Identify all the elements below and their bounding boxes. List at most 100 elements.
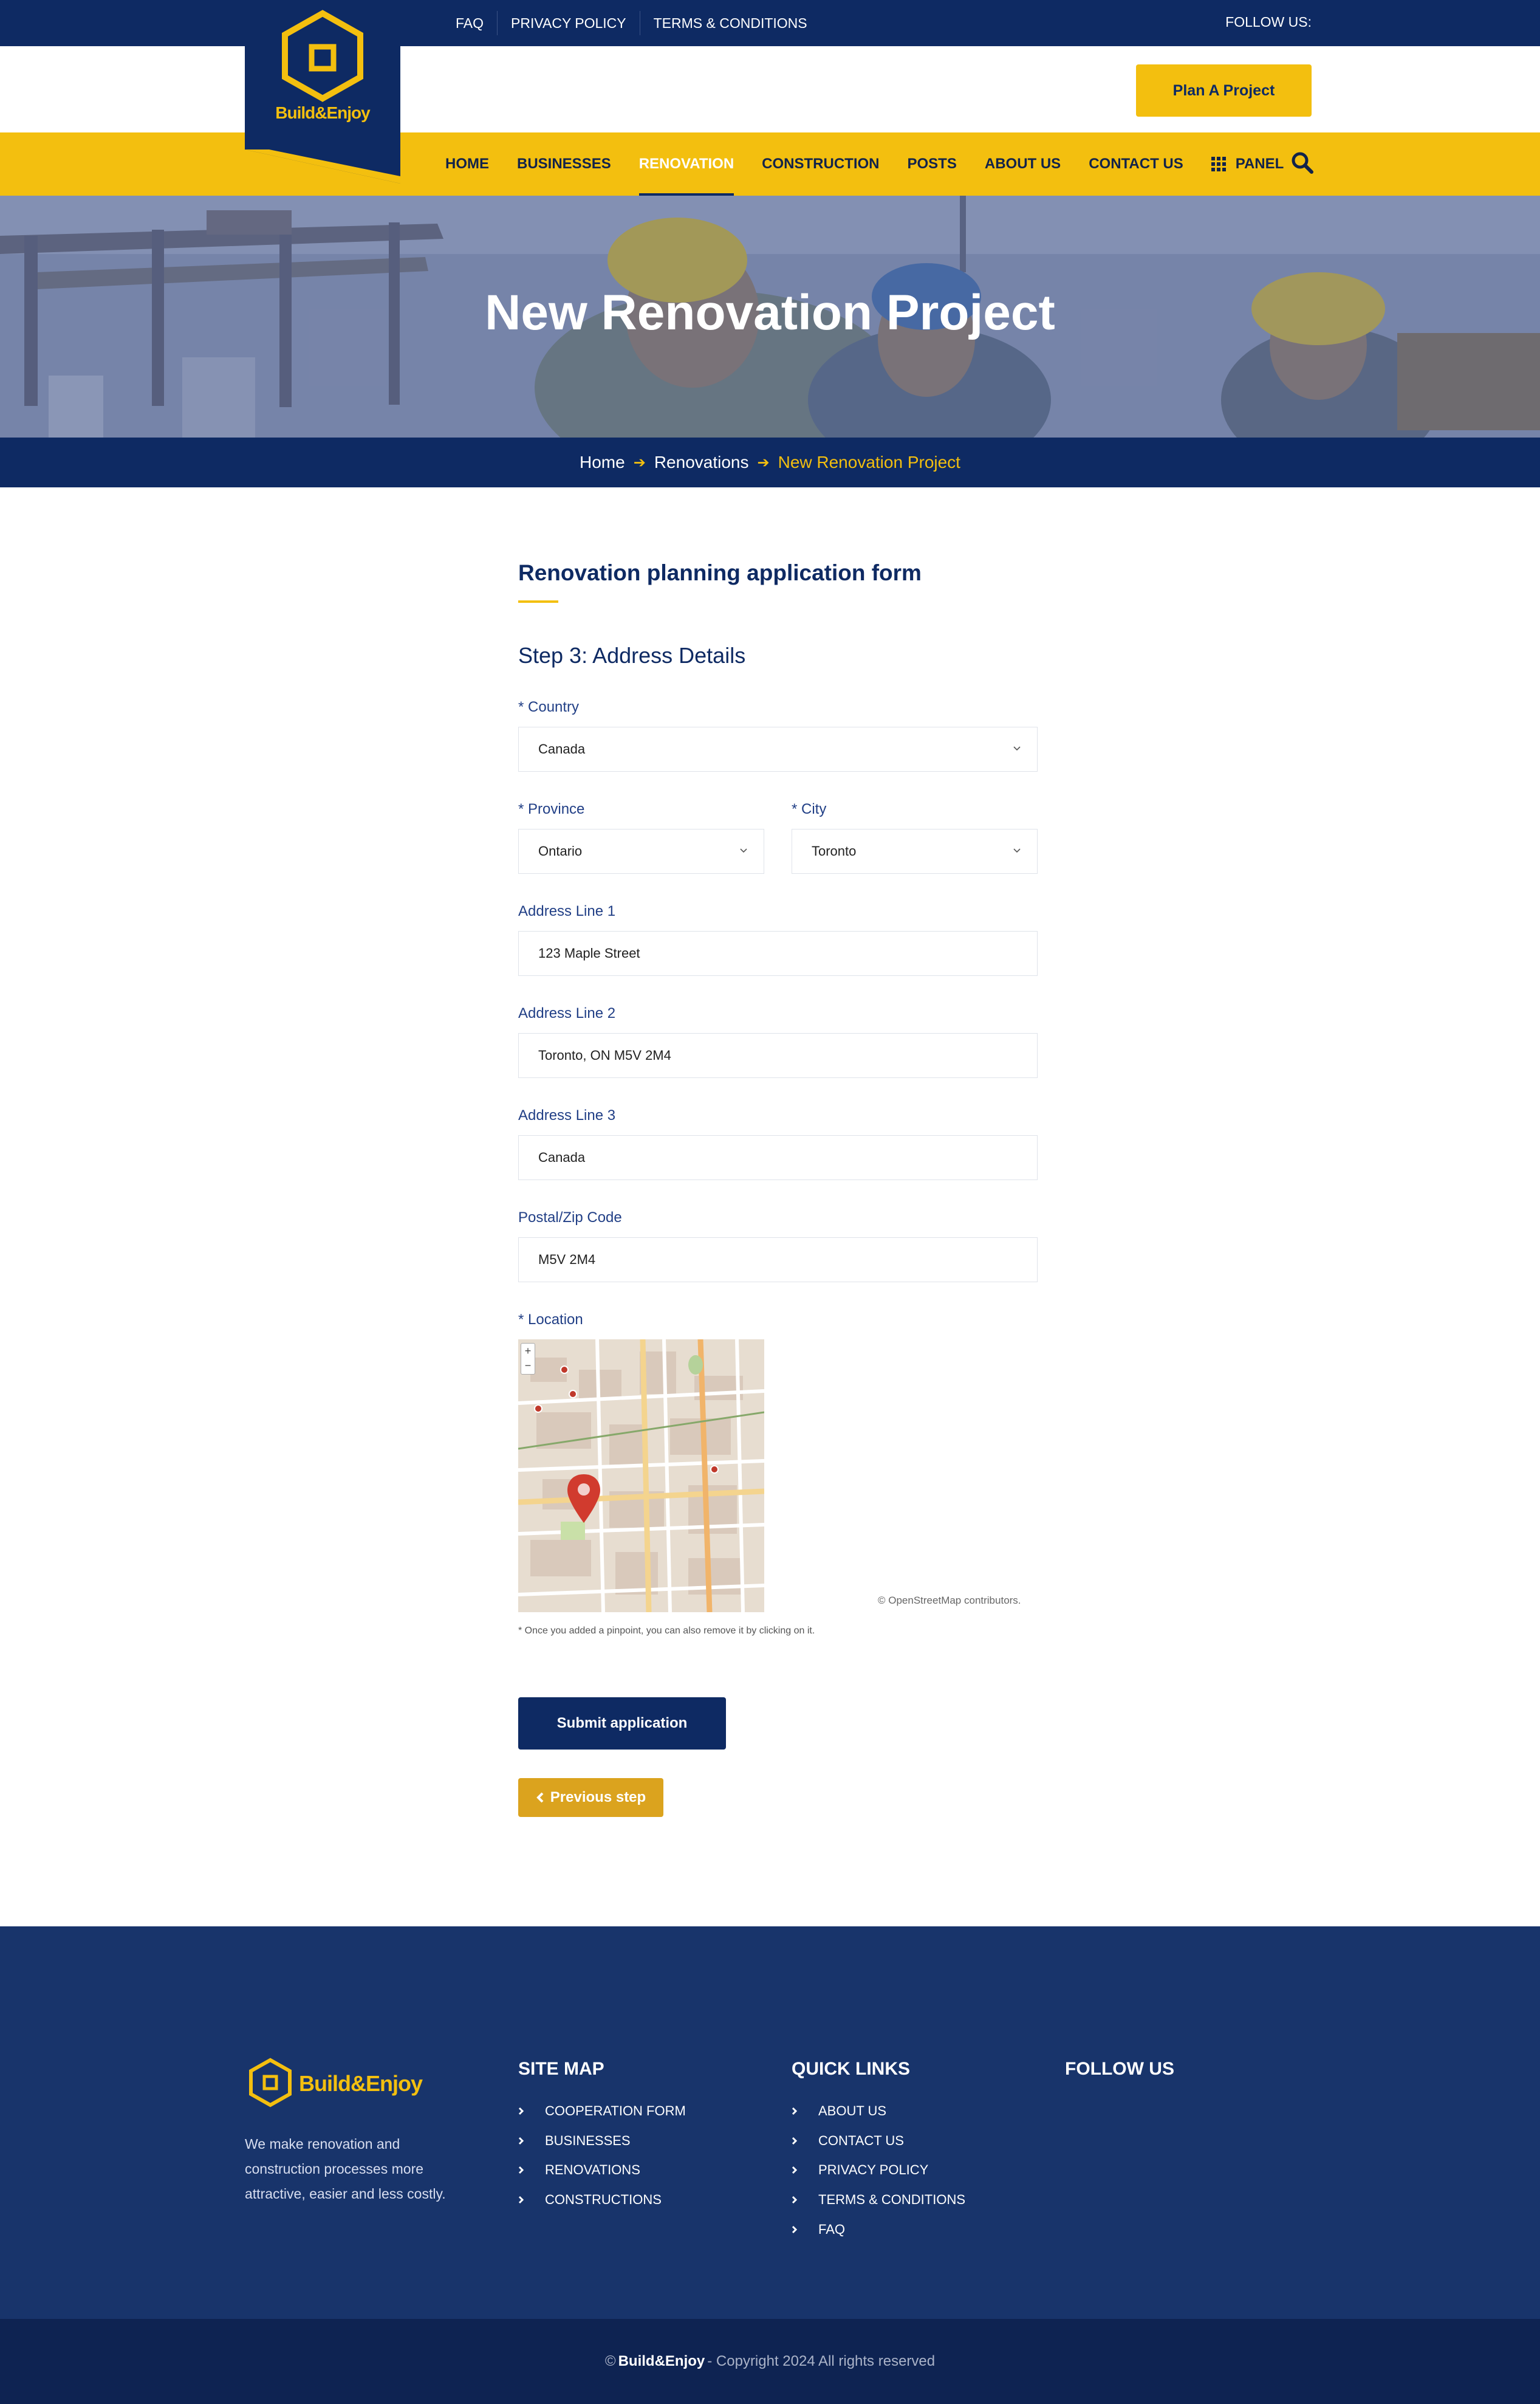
location-label: * Location [518, 1311, 583, 1328]
logo-text: Build&Enjoy [275, 103, 370, 122]
nav-panel-label: PANEL [1235, 156, 1284, 172]
sitemap-heading: SITE MAP [518, 2059, 604, 2079]
city-select[interactable]: Toronto [792, 829, 1038, 874]
location-map[interactable]: + − [518, 1339, 764, 1612]
zoom-in-button[interactable]: + [521, 1344, 535, 1358]
quick-links-list: ABOUT US CONTACT US PRIVACY POLICY TERMS… [792, 2097, 965, 2244]
logo-ribbon [245, 149, 400, 184]
address-line-2-input[interactable]: Toronto, ON M5V 2M4 [518, 1033, 1038, 1078]
map-zoom-control: + − [521, 1343, 535, 1375]
grid-icon [1211, 157, 1226, 171]
nav-home[interactable]: HOME [431, 132, 503, 196]
chevron-right-icon [792, 2225, 798, 2233]
address-line-3-label: Address Line 3 [518, 1107, 616, 1124]
follow-us-label: FOLLOW US: [1225, 14, 1312, 30]
address-line-3-input[interactable]: Canada [518, 1135, 1038, 1180]
postal-code-input[interactable]: M5V 2M4 [518, 1237, 1038, 1282]
sitemap-link-renovations[interactable]: RENOVATIONS [518, 2155, 686, 2185]
previous-step-label: Previous step [550, 1789, 646, 1805]
map-tiles [518, 1339, 764, 1612]
sitemap-list: COOPERATION FORM BUSINESSES RENOVATIONS … [518, 2097, 686, 2214]
breadcrumb-current: New Renovation Project [778, 453, 960, 472]
city-label: * City [792, 801, 827, 817]
nav-contact-us[interactable]: CONTACT US [1075, 132, 1197, 196]
province-value: Ontario [538, 843, 583, 859]
footer-logo-text: Build&Enjoy [299, 2071, 423, 2096]
nav-construction[interactable]: CONSTRUCTION [748, 132, 893, 196]
quick-link-label: PRIVACY POLICY [818, 2162, 929, 2178]
copyright-bar: © Build&Enjoy - Copyright 2024 All right… [0, 2319, 1540, 2404]
country-label: * Country [518, 699, 580, 715]
chevron-right-icon [792, 2107, 798, 2115]
quick-link-faq[interactable]: FAQ [792, 2214, 965, 2244]
quick-link-label: FAQ [818, 2221, 846, 2237]
address-line-1-input[interactable]: 123 Maple Street [518, 931, 1038, 976]
footer-logo-icon[interactable] [245, 2054, 296, 2112]
quick-link-terms[interactable]: TERMS & CONDITIONS [792, 2185, 965, 2215]
chevron-right-icon [792, 2196, 798, 2204]
top-links: FAQ PRIVACY POLICY TERMS & CONDITIONS [442, 0, 821, 46]
address-line-2-label: Address Line 2 [518, 1005, 616, 1022]
follow-us-heading: FOLLOW US [1065, 2059, 1174, 2079]
nav-about-us[interactable]: ABOUT US [971, 132, 1075, 196]
top-bar: FAQ PRIVACY POLICY TERMS & CONDITIONS FO… [0, 0, 1540, 46]
copyright-text: - Copyright 2024 All rights reserved [707, 2353, 936, 2369]
sitemap-link-constructions[interactable]: CONSTRUCTIONS [518, 2185, 686, 2215]
chevron-right-icon [792, 2166, 798, 2174]
nav-items: HOME BUSINESSES RENOVATION CONSTRUCTION … [431, 132, 1298, 196]
quick-link-about-us[interactable]: ABOUT US [792, 2097, 965, 2126]
top-link-faq[interactable]: FAQ [442, 11, 497, 35]
quick-link-label: ABOUT US [818, 2103, 887, 2119]
address-line-1-label: Address Line 1 [518, 903, 616, 919]
plan-project-button[interactable]: Plan A Project [1136, 64, 1312, 117]
copyright-symbol: © [604, 2353, 616, 2369]
chevron-down-icon [1013, 746, 1021, 751]
map-attribution[interactable]: © OpenStreetMap contributors. [878, 1595, 1021, 1607]
sitemap-link-cooperation-form[interactable]: COOPERATION FORM [518, 2097, 686, 2126]
logo[interactable]: Build&Enjoy [245, 0, 400, 149]
form-title: Renovation planning application form [518, 560, 922, 585]
chevron-right-icon [518, 2107, 524, 2115]
footer [0, 1926, 1540, 2319]
sitemap-label: CONSTRUCTIONS [545, 2192, 662, 2208]
breadcrumb: Home ➔ Renovations ➔ New Renovation Proj… [0, 438, 1540, 487]
breadcrumb-renovations[interactable]: Renovations [654, 453, 749, 472]
sitemap-link-businesses[interactable]: BUSINESSES [518, 2126, 686, 2156]
province-label: * Province [518, 801, 585, 817]
footer-about-text: We make renovation and construction proc… [245, 2136, 446, 2202]
top-link-terms[interactable]: TERMS & CONDITIONS [639, 11, 821, 35]
province-select[interactable]: Ontario [518, 829, 764, 874]
nav-businesses[interactable]: BUSINESSES [503, 132, 625, 196]
zoom-out-button[interactable]: − [521, 1358, 535, 1373]
chevron-right-icon [518, 2137, 524, 2145]
nav-panel[interactable]: PANEL [1197, 132, 1298, 196]
nav-renovation[interactable]: RENOVATION [625, 132, 748, 196]
chevron-down-icon [740, 848, 747, 853]
arrow-right-icon: ➔ [633, 454, 646, 471]
chevron-right-icon [792, 2137, 798, 2145]
page-title: New Renovation Project [485, 285, 1055, 340]
quick-link-privacy-policy[interactable]: PRIVACY POLICY [792, 2155, 965, 2185]
breadcrumb-home[interactable]: Home [580, 453, 625, 472]
country-value: Canada [538, 741, 586, 757]
quick-link-label: CONTACT US [818, 2132, 904, 2148]
title-underline [518, 600, 558, 603]
step-title: Step 3: Address Details [518, 643, 746, 668]
sitemap-label: COOPERATION FORM [545, 2103, 686, 2119]
postal-code-label: Postal/Zip Code [518, 1209, 622, 1226]
top-link-privacy-policy[interactable]: PRIVACY POLICY [497, 11, 640, 35]
map-note: * Once you added a pinpoint, you can als… [518, 1626, 815, 1636]
quick-link-label: TERMS & CONDITIONS [818, 2192, 966, 2208]
quick-links-heading: QUICK LINKS [792, 2059, 910, 2079]
chevron-down-icon [1013, 848, 1021, 853]
country-select[interactable]: Canada [518, 727, 1038, 772]
submit-application-button[interactable]: Submit application [518, 1697, 726, 1750]
sitemap-label: RENOVATIONS [545, 2162, 640, 2178]
search-icon[interactable] [1290, 151, 1315, 175]
previous-step-button[interactable]: Previous step [518, 1778, 663, 1817]
chevron-right-icon [518, 2166, 524, 2174]
nav-posts[interactable]: POSTS [894, 132, 971, 196]
copyright-brand: Build&Enjoy [618, 2353, 705, 2369]
quick-link-contact-us[interactable]: CONTACT US [792, 2126, 965, 2156]
city-value: Toronto [812, 843, 857, 859]
